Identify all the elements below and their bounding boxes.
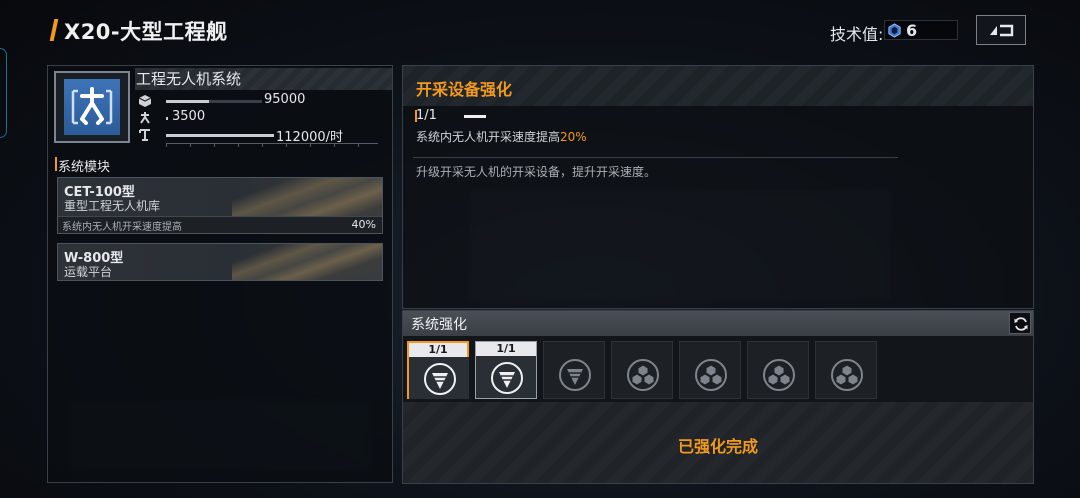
upgrade-description: 升级开采无人机的开采设备，提升开采速度。	[416, 165, 657, 179]
back-arrow-icon	[990, 24, 1014, 37]
upgrade-title: 开采设备强化	[416, 80, 513, 99]
enhance-slot-6[interactable]	[747, 341, 809, 399]
stat-row-capacity: 95000	[136, 92, 392, 109]
cubes-icon	[627, 359, 659, 391]
module-effect-value: 40%	[351, 218, 376, 231]
enhance-status-area: 已强化完成	[403, 402, 1033, 483]
upgrade-divider	[413, 157, 898, 158]
stat-scale-ticks	[166, 143, 378, 147]
tech-value-label: 技术值:	[830, 25, 884, 44]
drone-icon	[140, 112, 150, 124]
title-accent-bar	[49, 19, 59, 41]
upgrade-level: 1/1	[416, 108, 437, 123]
back-button[interactable]	[976, 15, 1026, 45]
cube-icon	[138, 95, 152, 107]
stat-bar-capacity	[166, 100, 209, 103]
cubes-icon	[831, 359, 863, 391]
module-type: 运载平台	[64, 265, 113, 279]
system-name: 工程无人机系统	[136, 70, 242, 88]
tech-gem-icon	[888, 23, 901, 38]
module-type: 重型工程无人机库	[64, 199, 161, 213]
enhance-slot-7[interactable]	[815, 341, 877, 399]
slot-level: 1/1	[496, 342, 516, 355]
drill-icon	[491, 362, 523, 394]
stat-value-capacity: 95000	[264, 92, 306, 107]
drill-icon	[424, 363, 456, 395]
tech-value: 6	[906, 21, 918, 40]
module-card-cet100[interactable]: CET-100型 重型工程无人机库 系统内无人机开采速度提高 40%	[57, 177, 383, 234]
enhance-status-label: 已强化完成	[677, 437, 758, 456]
cubes-icon	[763, 359, 795, 391]
system-header: 工程无人机系统 95000 3500 112000/时	[48, 66, 392, 148]
module-art-w800	[232, 244, 382, 280]
drill-icon	[559, 359, 591, 391]
modules-accent-bar	[55, 157, 57, 171]
enhance-slot-5[interactable]	[679, 341, 741, 399]
module-effect-desc: 系统内无人机开采速度提高	[62, 222, 182, 233]
enhance-slot-3[interactable]	[543, 341, 605, 399]
system-panel: 工程无人机系统 95000 3500 112000/时 系统模块 CET-100…	[47, 65, 393, 483]
enhancement-panel: 系统强化 1/1 1/1 已强化完成	[402, 310, 1034, 484]
tech-value-box: 6	[884, 20, 958, 40]
module-card-w800[interactable]: W-800型 运载平台	[57, 243, 383, 281]
modules-label: 系统模块	[58, 160, 111, 175]
enhance-slot-2[interactable]: 1/1	[475, 341, 537, 399]
upgrade-detail-panel: 开采设备强化 1/1 系统内无人机开采速度提高20% 升级开采无人机的开采设备，…	[402, 65, 1034, 309]
refresh-icon	[1014, 317, 1028, 331]
stat-value-drones: 3500	[172, 109, 206, 124]
system-icon-frame	[54, 71, 130, 143]
upgrade-effect-value: 20%	[560, 130, 587, 144]
slot-level: 1/1	[428, 343, 448, 356]
enhance-slot-4[interactable]	[611, 341, 673, 399]
stat-row-mining-rate: 112000/时	[136, 127, 392, 145]
drone-arm-icon	[64, 79, 120, 135]
stat-bar-mining-rate	[166, 134, 274, 137]
page-title: X20-大型工程舰	[64, 20, 228, 44]
enhancement-title: 系统强化	[411, 317, 467, 333]
enhance-slot-1[interactable]: 1/1	[407, 341, 469, 399]
top-bar: X20-大型工程舰 技术值: 6	[0, 0, 1080, 62]
stat-row-drones: 3500	[136, 109, 392, 126]
refresh-button[interactable]	[1009, 312, 1031, 334]
module-effect-row: 系统内无人机开采速度提高 40%	[58, 216, 382, 233]
upgrade-effect: 系统内无人机开采速度提高20%	[416, 128, 587, 145]
stat-bar-drones	[166, 117, 168, 120]
cubes-icon	[695, 359, 727, 391]
crane-icon	[139, 129, 150, 141]
upgrade-effect-text: 系统内无人机开采速度提高	[416, 130, 561, 144]
enhancement-header: 系统强化	[403, 311, 1033, 336]
upgrade-level-bar	[464, 115, 486, 118]
